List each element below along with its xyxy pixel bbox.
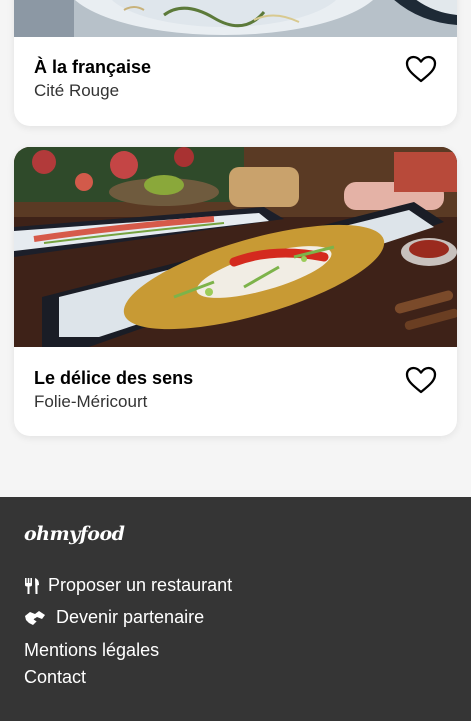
restaurant-location: Folie-Méricourt xyxy=(34,392,148,411)
propose-restaurant-label: Proposer un restaurant xyxy=(48,575,233,595)
restaurant-card[interactable]: À la française Cité Rouge xyxy=(14,0,457,126)
become-partner-link[interactable]: Devenir partenaire xyxy=(24,607,204,628)
propose-restaurant-link[interactable]: Proposer un restaurant xyxy=(24,575,232,596)
heart-outline-icon[interactable] xyxy=(405,366,437,394)
restaurant-name: Le délice des sens xyxy=(34,368,194,388)
contact-label: Contact xyxy=(24,667,87,687)
handshake-icon xyxy=(25,610,45,625)
restaurant-name: À la française xyxy=(34,57,152,77)
contact-link[interactable]: Contact xyxy=(24,667,86,688)
legal-notice-label: Mentions légales xyxy=(24,640,160,660)
become-partner-label: Devenir partenaire xyxy=(56,607,205,627)
restaurant-list: À la française Cité Rouge Le délice des … xyxy=(0,0,471,497)
restaurant-card[interactable]: Le délice des sens Folie-Méricourt xyxy=(14,147,457,436)
restaurant-photo xyxy=(14,0,457,37)
restaurant-photo xyxy=(14,147,457,347)
footer-logo[interactable]: ohmyfood xyxy=(24,523,125,545)
legal-notice-link[interactable]: Mentions légales xyxy=(24,640,159,661)
utensils-icon xyxy=(25,577,39,594)
footer: ohmyfood Proposer un restaurant Devenir … xyxy=(0,497,471,721)
heart-outline-icon[interactable] xyxy=(405,55,437,83)
restaurant-location: Cité Rouge xyxy=(34,81,120,100)
